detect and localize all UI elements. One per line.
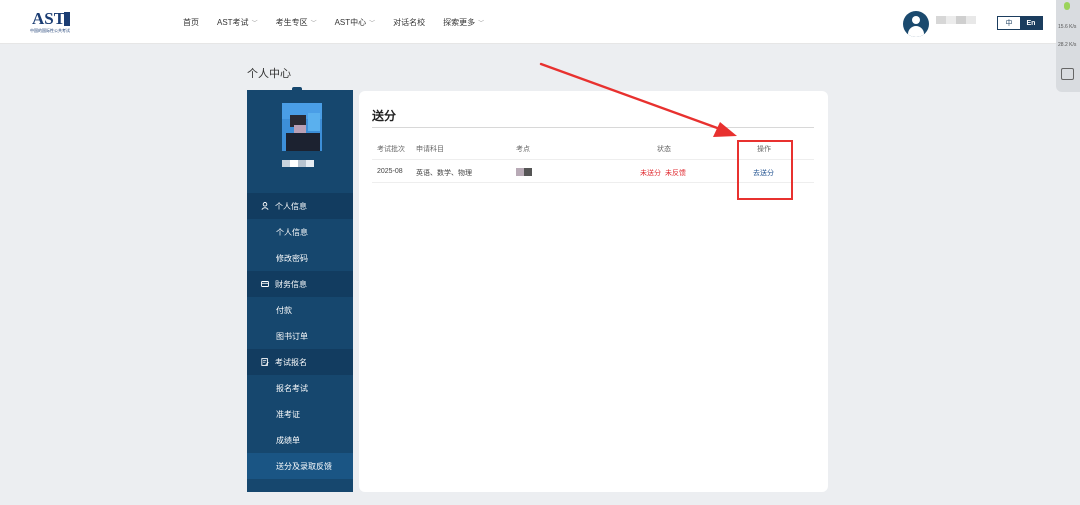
annotation-arrow-icon [539,62,737,137]
